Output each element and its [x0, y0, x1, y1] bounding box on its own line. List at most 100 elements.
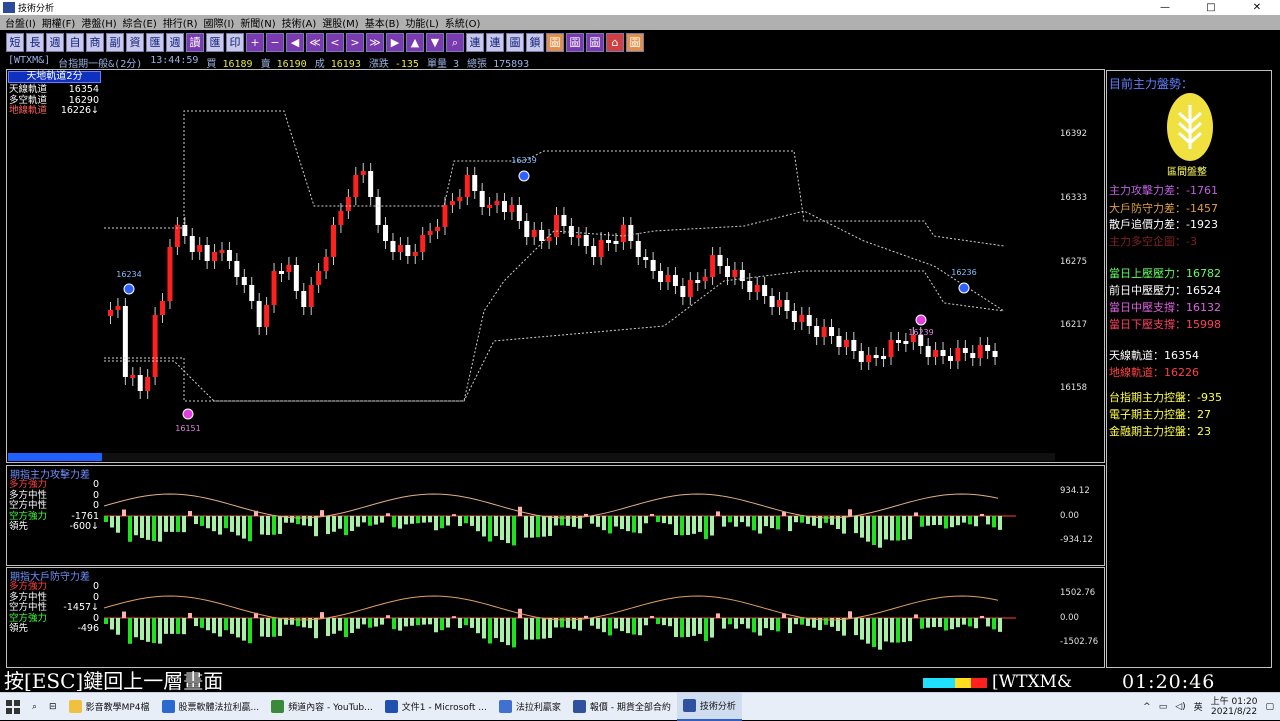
toolbar-button-1[interactable]: 長: [26, 32, 44, 52]
marker-label: 16236: [951, 268, 976, 277]
toolbar-button-10[interactable]: 匯: [206, 32, 224, 52]
toolbar-button-3[interactable]: 自: [66, 32, 84, 52]
candle-body: [895, 340, 901, 343]
toolbar-button-23[interactable]: 連: [466, 32, 484, 52]
taskbar-item[interactable]: 影音教學MP4檔: [63, 693, 156, 721]
taskbar-item[interactable]: 法拉利贏家: [493, 693, 567, 721]
menu-item-7[interactable]: 技術(A): [282, 15, 317, 30]
toolbar-button-5[interactable]: 副: [106, 32, 124, 52]
chart-scrollbar-track[interactable]: [102, 453, 1055, 461]
menu-item-8[interactable]: 選股(M): [322, 15, 358, 30]
toolbar-button-7[interactable]: 匯: [146, 32, 164, 52]
maximize-button[interactable]: □: [1188, 0, 1234, 15]
candle-body: [606, 240, 612, 243]
histogram-bar: [182, 618, 186, 635]
toolbar-button-18[interactable]: ≫: [366, 32, 384, 52]
menu-item-5[interactable]: 國際(I): [204, 15, 235, 30]
histogram-bar: [440, 516, 444, 529]
toolbar-button-19[interactable]: ▶: [386, 32, 404, 52]
histogram-bar: [950, 516, 954, 528]
candlestick-chart[interactable]: 16234 16151 16339 16236 16239: [104, 71, 1056, 451]
menu-item-0[interactable]: 台盤(I): [5, 15, 36, 30]
toolbar-button-24[interactable]: 連: [486, 32, 504, 52]
toolbar-button-12[interactable]: +: [246, 32, 264, 52]
taskbar-item[interactable]: 報價 - 期貨全部合約: [567, 693, 677, 721]
menu-item-2[interactable]: 港盤(H): [81, 15, 116, 30]
toolbar-button-13[interactable]: −: [266, 32, 284, 52]
taskbar-item[interactable]: 股票軟體法拉利贏...: [156, 693, 266, 721]
toolbar-button-15[interactable]: ≪: [306, 32, 324, 52]
summary-line: 天線軌道：16354: [1109, 349, 1199, 362]
notification-icon[interactable]: ▢: [1265, 702, 1274, 712]
menu-item-11[interactable]: 系統(O): [445, 15, 481, 30]
toolbar-button-0[interactable]: 短: [6, 32, 24, 52]
histogram-bar: [392, 618, 396, 630]
menu-item-6[interactable]: 新聞(N): [240, 15, 275, 30]
toolbar-button-16[interactable]: <: [326, 32, 344, 52]
taskbar-item[interactable]: 頻道內容 - YouTub...: [265, 693, 379, 721]
search-icon[interactable]: ⌕: [26, 693, 43, 721]
toolbar-button-4[interactable]: 商: [86, 32, 104, 52]
toolbar-button-26[interactable]: 鎖: [526, 32, 544, 52]
toolbar-button-9[interactable]: 讀: [186, 32, 204, 52]
tray-up-icon[interactable]: ^: [1143, 702, 1151, 712]
start-button[interactable]: [0, 693, 26, 721]
toolbar-button-11[interactable]: 印: [226, 32, 244, 52]
toolbar-button-17[interactable]: >: [346, 32, 364, 52]
menu-item-9[interactable]: 基本(B): [365, 15, 400, 30]
histogram-bar: [770, 618, 774, 631]
taskbar-item[interactable]: 技術分析: [676, 692, 742, 721]
toolbar-button-14[interactable]: ◀: [286, 32, 304, 52]
toolbar-button-28[interactable]: 圖: [566, 32, 584, 52]
candle-body: [293, 265, 299, 291]
histogram-bar: [230, 618, 234, 634]
histogram-bar: [932, 516, 936, 526]
defense-histogram[interactable]: [104, 569, 1056, 666]
minimize-button[interactable]: —: [1142, 0, 1188, 15]
histogram-bar: [212, 618, 216, 634]
toolbar-button-8[interactable]: 週: [166, 32, 184, 52]
histogram-bar: [686, 516, 690, 535]
histogram-bar: [362, 516, 366, 523]
menu-item-4[interactable]: 排行(R): [163, 15, 198, 30]
menu-item-3[interactable]: 綜合(E): [123, 15, 157, 30]
candle-body: [933, 350, 939, 357]
toolbar-button-29[interactable]: 圖: [586, 32, 604, 52]
candle-body: [903, 341, 909, 344]
y-tick-label: 16333: [1060, 193, 1088, 203]
network-icon[interactable]: ▭: [1159, 702, 1168, 712]
histogram-bar: [248, 618, 252, 644]
taskbar-clock[interactable]: 上午 01:20 2021/8/22: [1211, 697, 1258, 717]
toolbar-button-20[interactable]: ▲: [406, 32, 424, 52]
menu-item-10[interactable]: 功能(L): [405, 15, 438, 30]
indicator-title[interactable]: 天地軌道2分: [8, 71, 101, 83]
volume-icon[interactable]: ◁): [1175, 702, 1185, 712]
histogram-bar: [722, 618, 726, 629]
close-button[interactable]: ✕: [1234, 0, 1280, 15]
toolbar-button-31[interactable]: 圖: [626, 32, 644, 52]
toolbar-button-21[interactable]: ▼: [426, 32, 444, 52]
toolbar-button-22[interactable]: ⌕: [446, 32, 464, 52]
histogram-bar: [152, 618, 156, 644]
taskbar-time: 上午 01:20: [1210, 696, 1258, 707]
histogram-bar: [116, 516, 120, 533]
histogram-bar: [614, 516, 618, 527]
taskbar-item[interactable]: 文件1 - Microsoft ...: [379, 693, 493, 721]
taskbar-item-label: 報價 - 期貨全部合約: [589, 703, 671, 713]
toolbar-button-2[interactable]: 週: [46, 32, 64, 52]
ime-indicator[interactable]: 英: [1194, 700, 1203, 713]
toolbar-button-30[interactable]: ⌂: [606, 32, 624, 52]
candle-body: [323, 257, 329, 271]
legend-label: 空方中性: [9, 500, 48, 511]
histogram-bar: [236, 618, 240, 638]
toolbar-button-6[interactable]: 資: [126, 32, 144, 52]
scroll-indicator[interactable]: [8, 453, 102, 461]
menu-item-1[interactable]: 期權(F): [42, 15, 76, 30]
histogram-bar: [698, 618, 702, 634]
toolbar-button-27[interactable]: 圖: [546, 32, 564, 52]
attack-histogram[interactable]: [104, 467, 1056, 564]
task-view-icon[interactable]: ⊟: [43, 693, 63, 721]
histogram-bar: [890, 618, 894, 643]
histogram-bar: [338, 516, 342, 529]
toolbar-button-25[interactable]: 圖: [506, 32, 524, 52]
